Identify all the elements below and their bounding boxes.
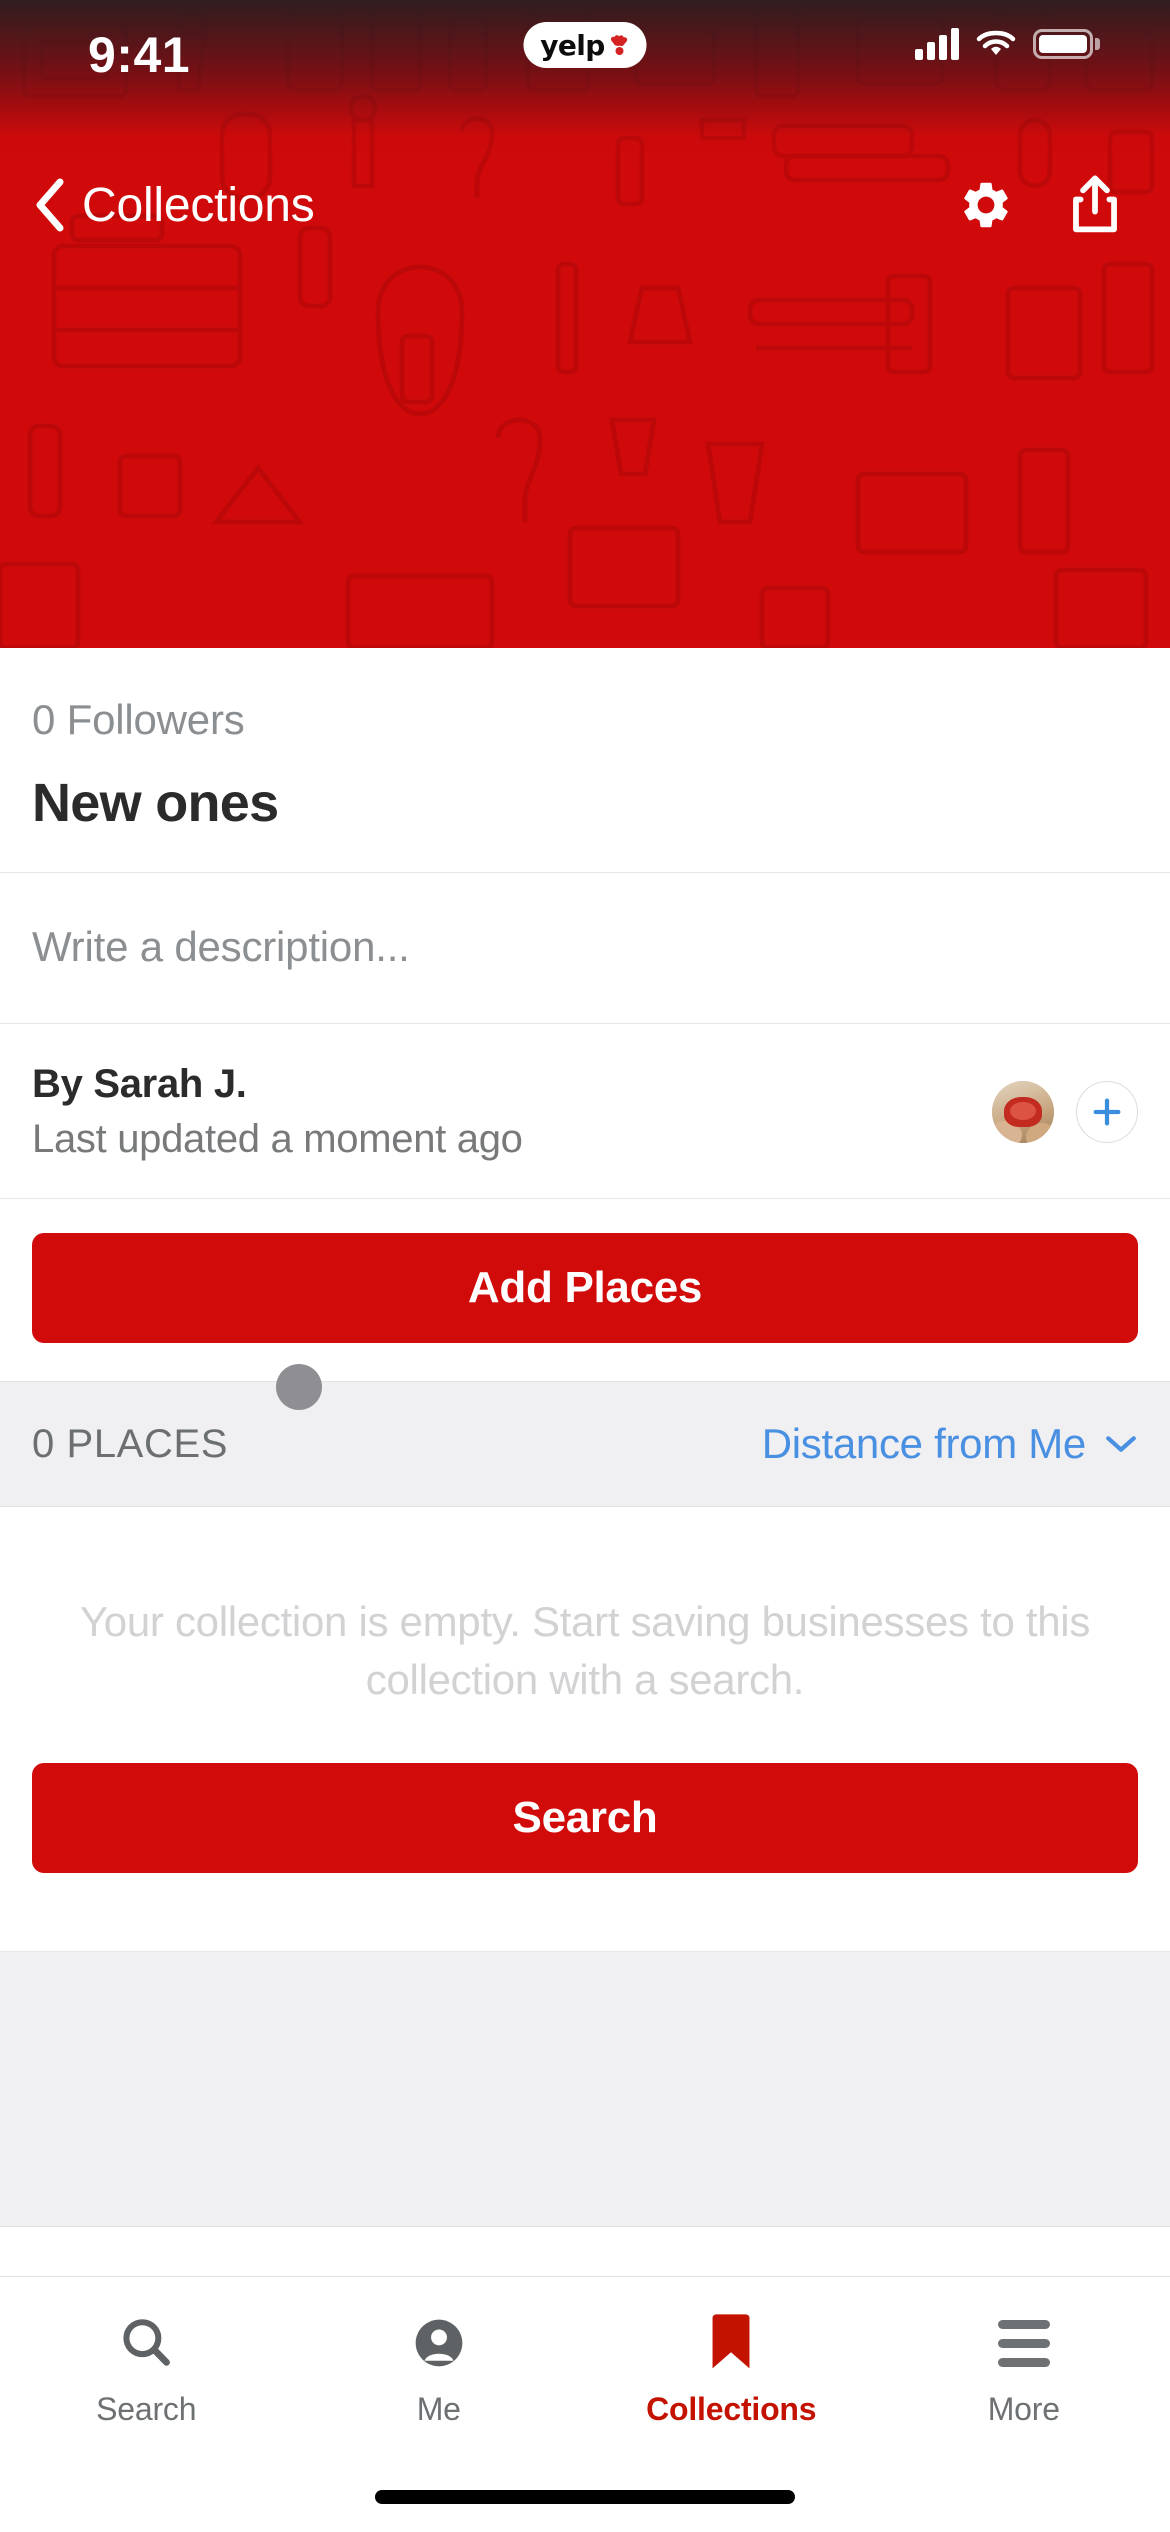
dynamic-island-yelp-logo: yelp — [523, 22, 647, 68]
places-sort-bar: 0 PLACES Distance from Me — [0, 1364, 1170, 1507]
home-indicator — [375, 2490, 795, 2504]
navigation-bar: Collections — [0, 150, 1170, 260]
battery-icon — [1033, 29, 1100, 59]
chevron-down-icon — [1106, 1436, 1136, 1452]
yelp-collection-screen: 9:41 yelp Collections 0 Followers New on… — [0, 0, 1170, 2532]
author-row: By Sarah J. Last updated a moment ago — [32, 1024, 1138, 1198]
sort-label: Distance from Me — [761, 1420, 1087, 1467]
tab-search[interactable]: Search — [0, 2277, 293, 2428]
chevron-left-icon — [36, 178, 64, 232]
footer-gray-section — [0, 1950, 1170, 2227]
description-input[interactable]: Write a description... — [32, 873, 1138, 1023]
last-updated: Last updated a moment ago — [32, 1117, 523, 1161]
back-button[interactable]: Collections — [22, 150, 327, 260]
author-name: By Sarah J. — [32, 1062, 247, 1106]
bottom-tab-bar: Search Me Collections More — [0, 2276, 1170, 2532]
tab-label: More — [987, 2391, 1060, 2427]
user-avatar[interactable] — [992, 1081, 1054, 1143]
tab-collections[interactable]: Collections — [585, 2277, 878, 2428]
hamburger-menu-icon — [997, 2311, 1050, 2375]
tab-label: Collections — [646, 2391, 817, 2427]
status-time: 9:41 — [88, 27, 191, 83]
add-places-section: Add Places — [0, 1199, 1170, 1381]
search-icon — [117, 2311, 175, 2375]
touch-cursor-indicator — [276, 1364, 322, 1410]
tab-label: Search — [96, 2391, 197, 2427]
yelp-logo-text: yelp — [540, 28, 605, 62]
collection-title: New ones — [32, 773, 279, 833]
add-places-button[interactable]: Add Places — [32, 1233, 1138, 1343]
author-info: By Sarah J. Last updated a moment ago — [32, 1062, 523, 1162]
tab-me[interactable]: Me — [293, 2277, 586, 2428]
share-upload-icon[interactable] — [1068, 174, 1122, 236]
collection-detail-card: 0 Followers New ones Write a description… — [0, 648, 1170, 2227]
add-contributor-button[interactable] — [1076, 1081, 1138, 1143]
spacer — [0, 1872, 1170, 1951]
gear-icon[interactable] — [958, 177, 1014, 233]
empty-state-message: Your collection is empty. Start saving b… — [79, 1598, 1091, 1703]
person-icon — [411, 2311, 467, 2375]
contributors — [992, 1081, 1138, 1143]
places-count: 0 PLACES — [32, 1421, 229, 1466]
tab-more[interactable]: More — [878, 2277, 1170, 2428]
followers-count: 0 Followers — [32, 696, 245, 743]
cellular-signal-icon — [915, 28, 959, 60]
yelp-burst-icon — [608, 33, 630, 57]
status-indicators — [915, 28, 1100, 60]
wifi-icon — [976, 30, 1016, 55]
bookmark-icon — [706, 2311, 756, 2375]
nav-actions — [958, 150, 1122, 260]
page-title: Collections — [82, 178, 315, 232]
sort-dropdown[interactable]: Distance from Me — [762, 1420, 1138, 1468]
search-button[interactable]: Search — [32, 1762, 1138, 1873]
tab-label: Me — [416, 2391, 461, 2427]
plus-icon — [1093, 1098, 1121, 1126]
search-cta-section: Search — [0, 1709, 1170, 1873]
status-bar: 9:41 yelp — [0, 0, 1170, 120]
